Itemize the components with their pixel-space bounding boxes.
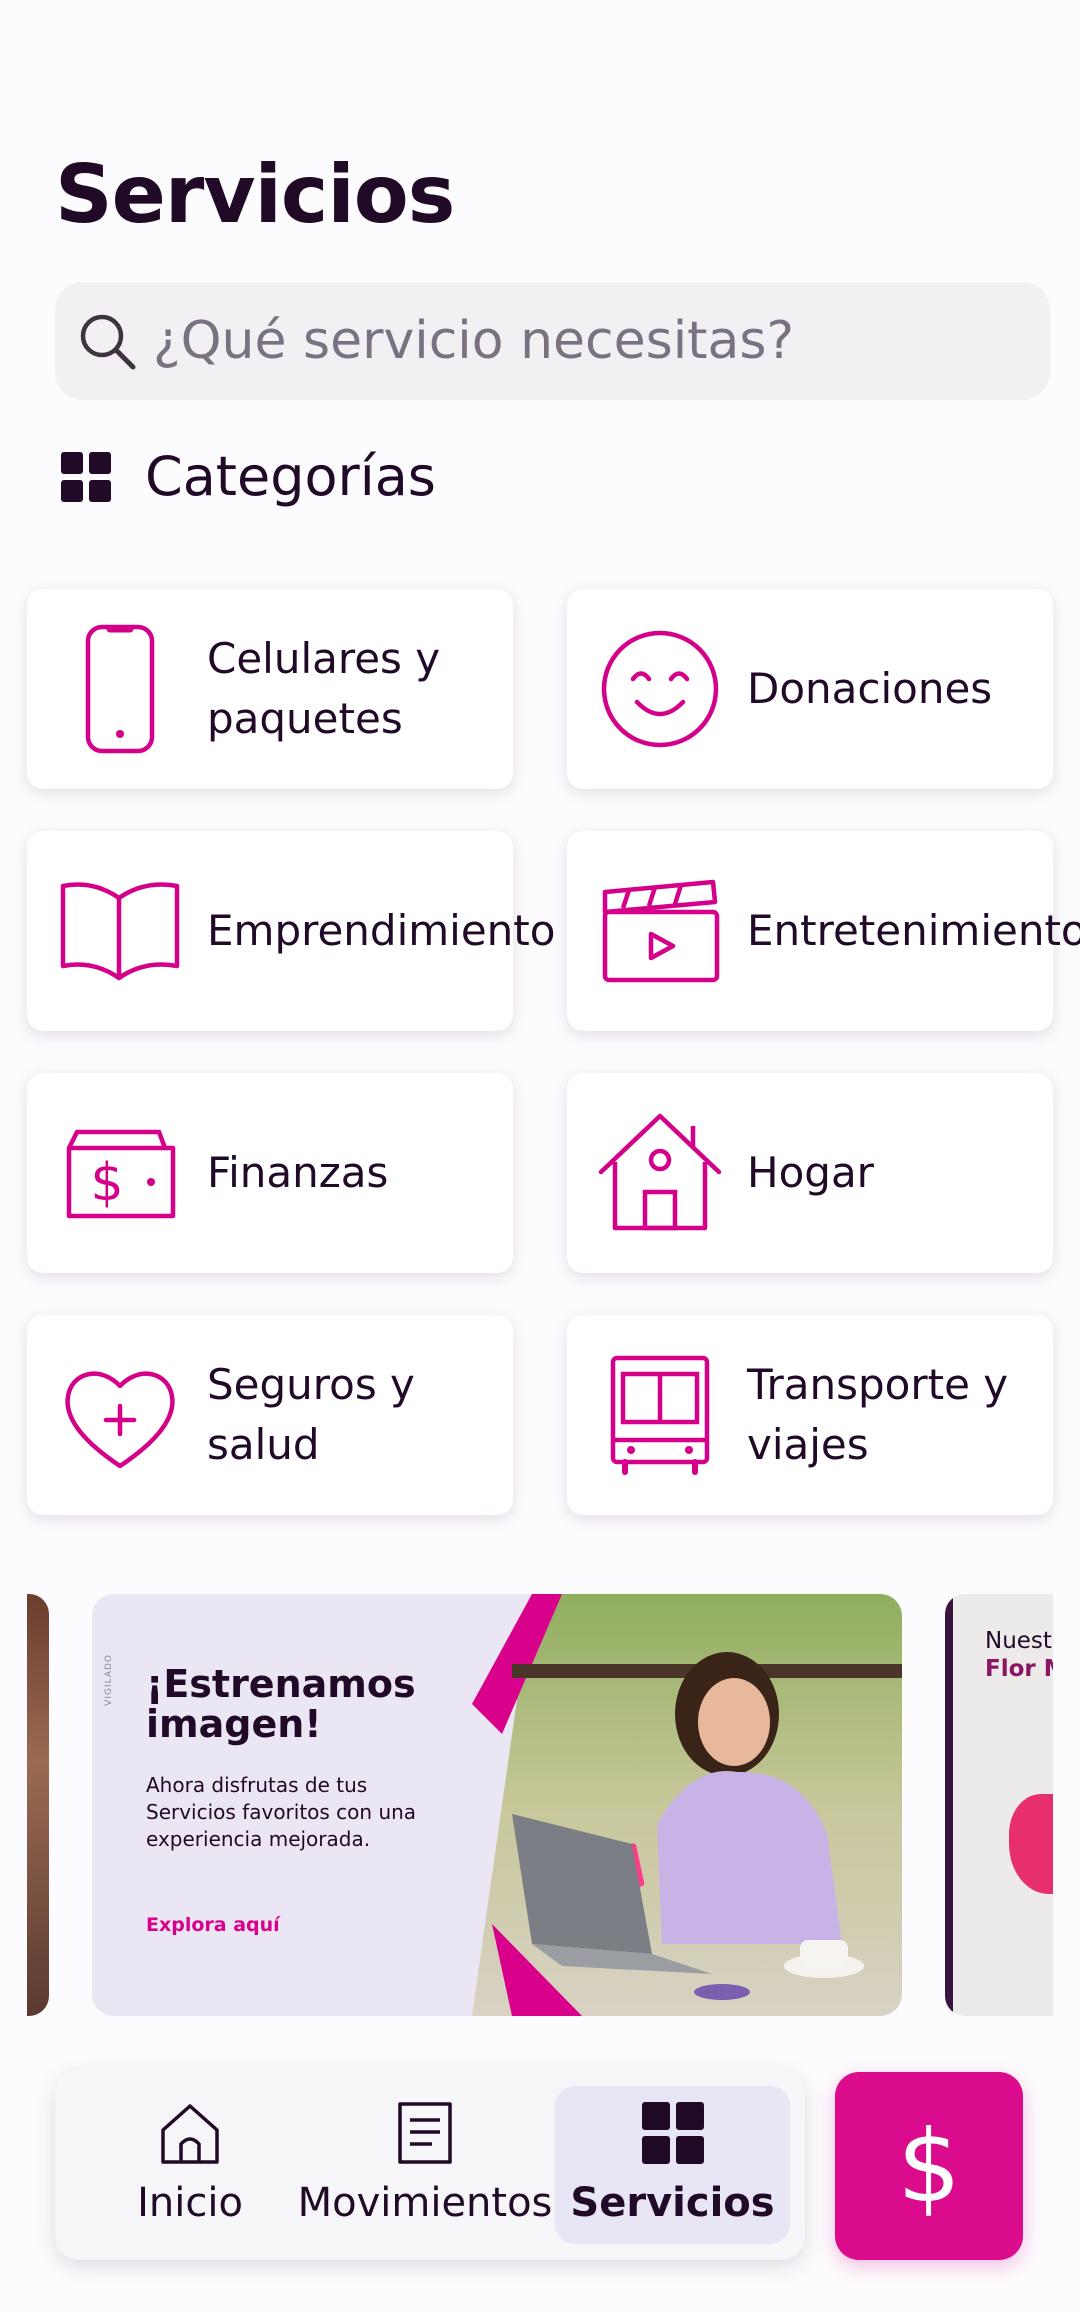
vigilado-stamp: VIGILADO xyxy=(104,1654,114,1706)
banner-link[interactable]: Explora aquí xyxy=(146,1914,280,1936)
search-bar[interactable] xyxy=(55,282,1050,400)
home-icon xyxy=(161,2104,219,2164)
category-hogar[interactable]: Hogar xyxy=(567,1073,1053,1273)
banner-text: Ahora disfrutas de tus Servicios favorit… xyxy=(146,1773,417,1851)
category-label: Finanzas xyxy=(207,1148,389,1197)
nav-label: Movimientos xyxy=(297,2180,553,2226)
next-banner-line2: Flor M xyxy=(985,1656,1053,1682)
wallet-icon: $ xyxy=(66,1129,176,1219)
category-entretenimiento[interactable]: Entretenimiento xyxy=(567,831,1080,1031)
grid-icon xyxy=(641,2102,704,2164)
promo-carousel[interactable]: VIGILADO ¡Estrenamos imagen! Ahora disfr… xyxy=(27,1594,1053,2016)
category-emprendimiento[interactable]: Emprendimiento xyxy=(27,831,555,1031)
category-label: Seguros y salud xyxy=(207,1360,415,1469)
nav-movimientos[interactable]: Movimientos xyxy=(297,2086,553,2244)
heart-plus-icon xyxy=(65,1371,175,1469)
categories-heading: Categorías xyxy=(145,445,436,508)
category-label: Transporte y viajes xyxy=(747,1360,1009,1469)
grid-icon xyxy=(61,451,111,502)
category-label: Entretenimiento xyxy=(747,906,1080,955)
book-icon xyxy=(60,882,180,981)
next-banner-image xyxy=(1009,1794,1053,1894)
next-banner[interactable]: Nuest Flor M xyxy=(945,1594,1053,2016)
search-icon xyxy=(80,314,136,370)
promo-banner[interactable]: VIGILADO ¡Estrenamos imagen! Ahora disfr… xyxy=(92,1594,902,2016)
categories-grid: Celulares y paquetes Donaciones Emprendi… xyxy=(27,589,1080,1515)
receipt-icon xyxy=(398,2102,452,2164)
phone-icon xyxy=(85,624,155,754)
smile-icon xyxy=(601,630,719,748)
bottom-nav: Inicio Movimientos Servicios xyxy=(55,2070,805,2260)
nav-label: Inicio xyxy=(137,2180,243,2226)
nav-inicio[interactable]: Inicio xyxy=(105,2086,275,2244)
clapperboard-icon xyxy=(602,879,720,983)
category-label: Hogar xyxy=(747,1148,874,1197)
nav-servicios[interactable]: Servicios xyxy=(555,2086,790,2244)
dollar-icon: $ xyxy=(897,2107,961,2225)
category-celulares[interactable]: Celulares y paquetes xyxy=(27,589,513,789)
pay-button[interactable]: $ xyxy=(835,2072,1023,2260)
nav-label: Servicios xyxy=(570,2180,775,2226)
banner-photo-woman xyxy=(472,1594,902,2016)
next-banner-line1: Nuest xyxy=(985,1628,1052,1654)
category-seguros[interactable]: Seguros y salud xyxy=(27,1315,513,1515)
category-label: Celulares y paquetes xyxy=(207,634,441,743)
category-finanzas[interactable]: $ Finanzas xyxy=(27,1073,513,1273)
svg-text:$: $ xyxy=(90,1153,123,1213)
categories-header: Categorías xyxy=(60,445,436,508)
bus-icon xyxy=(610,1355,710,1475)
house-icon xyxy=(598,1113,722,1231)
category-transporte[interactable]: Transporte y viajes xyxy=(567,1315,1053,1515)
category-donaciones[interactable]: Donaciones xyxy=(567,589,1053,789)
category-label: Emprendimiento xyxy=(207,906,556,955)
category-label: Donaciones xyxy=(747,664,993,713)
previous-banner[interactable] xyxy=(27,1594,49,2016)
next-banner-accent xyxy=(945,1594,953,2016)
search-input[interactable] xyxy=(153,311,1033,371)
page-title: Servicios xyxy=(55,148,455,241)
banner-title: ¡Estrenamos imagen! xyxy=(146,1662,416,1746)
